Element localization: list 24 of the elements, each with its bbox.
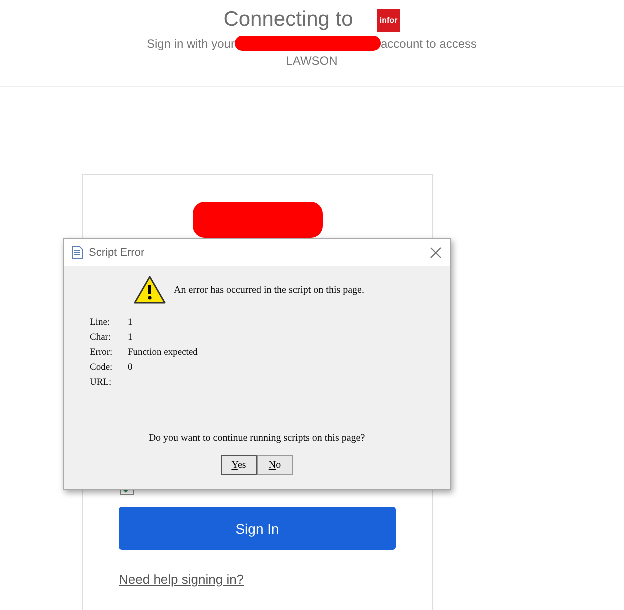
error-message: An error has occurred in the script on this page. (174, 284, 364, 296)
detail-label: Error: (90, 348, 114, 358)
dialog-title: Script Error (89, 246, 146, 258)
detail-value: 1 (128, 333, 134, 343)
detail-value: 0 (128, 363, 134, 373)
page-title: Connecting to (224, 8, 354, 32)
dialog-button[interactable]: No (257, 455, 293, 475)
help-link[interactable]: Need help signing in? (119, 572, 244, 587)
document-icon (72, 246, 83, 259)
detail-value: Function expected (128, 348, 199, 358)
continue-question: Do you want to continue running scripts on this page? (148, 433, 366, 444)
detail-label: URL: (90, 378, 113, 388)
subtitle-text: account to access (380, 36, 478, 50)
detail-label: Line: (90, 318, 112, 328)
warning-icon (134, 276, 166, 304)
subtitle-text: Sign in with your (146, 36, 235, 50)
detail-label: Code: (90, 363, 114, 373)
detail-value: 1 (128, 318, 134, 328)
close-icon[interactable] (430, 246, 442, 258)
company-logo: infor (377, 8, 400, 32)
app-name: LAWSON (286, 54, 338, 68)
detail-label: Char: (90, 333, 112, 343)
dialog-button[interactable]: Yes (221, 455, 257, 475)
sign-in-button[interactable]: Sign In (119, 507, 396, 550)
